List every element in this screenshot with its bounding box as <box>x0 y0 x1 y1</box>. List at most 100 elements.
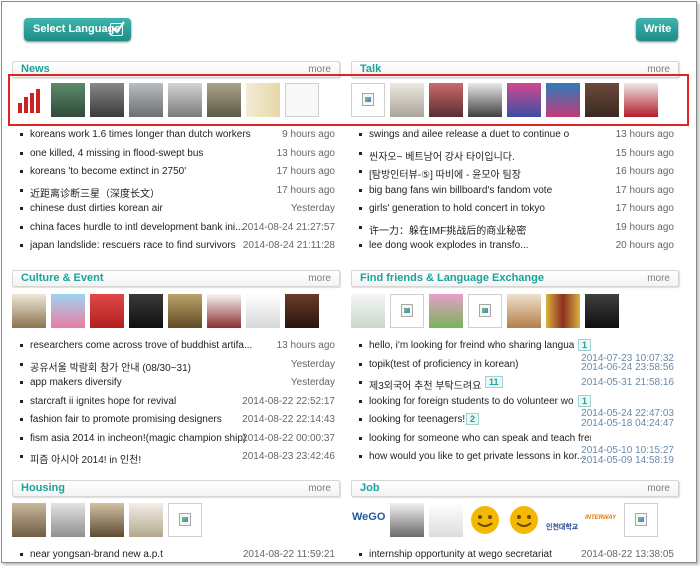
bullet <box>20 133 23 136</box>
news-item-link[interactable]: koreans work 1.6 times longer than dutch… <box>30 129 251 140</box>
reply-count-badge: 2 <box>466 413 480 425</box>
job-thumb-smiley-1[interactable] <box>468 503 502 537</box>
smiley-icon <box>471 506 499 534</box>
job-thumb-smiley-2[interactable] <box>507 503 541 537</box>
friends-item-link[interactable]: 제3외국어 추천 부탁드려요 <box>369 377 481 392</box>
housing-thumb-4[interactable] <box>129 503 163 537</box>
job-more-link[interactable]: more <box>647 483 670 494</box>
culture-item-date: 13 hours ago <box>276 340 335 351</box>
bullet <box>359 553 362 556</box>
list-item: starcraft ii ignites hope for revival 201… <box>20 393 335 412</box>
list-item: 近距离诊断三星（深度长文） 17 hours ago <box>20 182 335 201</box>
select-language-button[interactable]: Select Language <box>24 18 131 41</box>
job-thumb-interway[interactable]: INTERWAY <box>585 503 619 537</box>
job-thumb-8[interactable] <box>624 503 658 537</box>
date-bottom: 2014-06-24 23:58:56 <box>581 362 674 373</box>
culture-thumb-3[interactable] <box>90 294 124 328</box>
friends-thumb-2[interactable] <box>390 294 424 328</box>
talk-item-link[interactable]: girls' generation to hold concert in tok… <box>369 203 545 214</box>
talk-item-date: 13 hours ago <box>615 129 674 140</box>
friends-item-link[interactable]: topik(test of proficiency in korean) <box>369 359 519 370</box>
news-item-link[interactable]: one killed, 4 missing in flood-swept bus <box>30 148 203 159</box>
housing-thumb-2[interactable] <box>51 503 85 537</box>
culture-item-link[interactable]: starcraft ii ignites hope for revival <box>30 396 176 407</box>
list-item: 씬자오~ 베트남어 강사 타이입니다. 15 hours ago <box>359 145 674 164</box>
talk-item-date: 20 hours ago <box>615 240 674 251</box>
culture-item-link[interactable]: fashion fair to promote promising design… <box>30 414 222 425</box>
culture-item-link[interactable]: app makers diversify <box>30 377 122 388</box>
friends-item-link[interactable]: looking for foreign students to do volun… <box>369 396 574 407</box>
culture-thumb-8[interactable] <box>285 294 319 328</box>
bullet <box>20 381 23 384</box>
culture-item-date: Yesterday <box>290 358 335 370</box>
list-item: china faces hurdle to intl development b… <box>20 219 335 238</box>
news-item-date: 2014-08-24 21:27:57 <box>242 221 335 233</box>
job-thumb-2[interactable] <box>390 503 424 537</box>
friends-thumb-6[interactable] <box>546 294 580 328</box>
job-thumb-wego[interactable]: WeGO <box>351 503 385 537</box>
bullet <box>20 225 23 229</box>
culture-thumb-6[interactable] <box>207 294 241 328</box>
culture-thumb-1[interactable] <box>12 294 46 328</box>
talk-item-date: 17 hours ago <box>615 203 674 214</box>
talk-item-link[interactable]: lee dong wook explodes in transfo... <box>369 240 529 251</box>
select-language-label: Select Language <box>33 23 121 35</box>
broken-image-icon <box>635 513 647 526</box>
friends-item-link[interactable]: looking for someone who can speak and te… <box>369 433 591 444</box>
culture-more-link[interactable]: more <box>308 273 331 284</box>
housing-more-link[interactable]: more <box>308 483 331 494</box>
bullet <box>20 151 23 155</box>
culture-panel: Culture & Event more <box>12 270 340 287</box>
culture-item-link[interactable]: fism asia 2014 in incheon!(magic champio… <box>30 433 252 444</box>
friends-thumb-7[interactable] <box>585 294 619 328</box>
housing-header: Housing more <box>12 480 340 497</box>
bullet <box>20 207 23 210</box>
talk-item-link[interactable]: 씬자오~ 베트남어 강사 타이입니다. <box>369 148 515 163</box>
talk-item-link[interactable]: big bang fans win billboard's fandom vot… <box>369 185 552 196</box>
bullet <box>359 381 362 384</box>
friends-item-link[interactable]: how would you like to get private lesson… <box>369 451 591 462</box>
culture-thumb-7[interactable] <box>246 294 280 328</box>
talk-item-link[interactable]: [탐방인터뷰-⑤] 따비에 - 윤모아 팀장 <box>369 166 521 181</box>
news-item-link[interactable]: chinese dust dirties korean air <box>30 203 163 214</box>
incheon-university-logo: 인천대학교 <box>546 524 579 531</box>
friends-item-link[interactable]: hello, i'm looking for freind who sharin… <box>369 340 574 351</box>
talk-item-link[interactable]: 许一力：躲在IMF挑战后的商业秘密 <box>369 222 526 237</box>
write-button[interactable]: Write <box>636 18 678 41</box>
list-item: chinese dust dirties korean air Yesterday <box>20 200 335 219</box>
news-item-link[interactable]: 近距离诊断三星（深度长文） <box>30 185 160 200</box>
job-thumb-incheon[interactable]: 인천대학교 <box>546 503 580 537</box>
housing-item-link[interactable]: near yongsan-brand new a.p.t <box>30 549 163 560</box>
friends-thumb-1[interactable] <box>351 294 385 328</box>
list-item: koreans work 1.6 times longer than dutch… <box>20 126 335 145</box>
news-item-link[interactable]: japan landslide: rescuers race to find s… <box>30 240 252 251</box>
job-thumb-3[interactable] <box>429 503 463 537</box>
culture-item-link[interactable]: 피즘 아시아 2014! in 인천! <box>30 451 141 466</box>
friends-more-link[interactable]: more <box>647 273 670 284</box>
news-list: koreans work 1.6 times longer than dutch… <box>20 126 335 256</box>
housing-thumb-5[interactable] <box>168 503 202 537</box>
broken-image-icon <box>479 304 491 317</box>
news-item-link[interactable]: china faces hurdle to intl development b… <box>30 222 252 233</box>
housing-thumb-1[interactable] <box>12 503 46 537</box>
friends-list: hello, i'm looking for freind who sharin… <box>359 337 674 467</box>
date-bottom: 2014-05-09 14:58:19 <box>581 454 674 466</box>
culture-thumb-5[interactable] <box>168 294 202 328</box>
culture-thumb-2[interactable] <box>51 294 85 328</box>
list-item: internship opportunity at wego secretari… <box>359 546 674 565</box>
culture-item-link[interactable]: 공유서울 박람회 참가 안내 (08/30~31) <box>30 359 191 374</box>
friends-thumb-5[interactable] <box>507 294 541 328</box>
housing-thumb-3[interactable] <box>90 503 124 537</box>
friends-thumb-4[interactable] <box>468 294 502 328</box>
job-item-link[interactable]: internship opportunity at wego secretari… <box>369 549 552 560</box>
broken-image-icon <box>179 513 191 526</box>
news-item-link[interactable]: koreans 'to become extinct in 2750' <box>30 166 186 177</box>
culture-item-link[interactable]: researchers come across trove of buddhis… <box>30 340 252 351</box>
news-item-date: Yesterday <box>290 203 335 214</box>
friends-item-link[interactable]: looking for teenagers! <box>369 414 465 425</box>
list-item: one killed, 4 missing in flood-swept bus… <box>20 145 335 164</box>
culture-thumb-4[interactable] <box>129 294 163 328</box>
friends-thumb-3[interactable] <box>429 294 463 328</box>
talk-item-link[interactable]: swings and ailee release a duet to conti… <box>369 129 569 140</box>
culture-list: researchers come across trove of buddhis… <box>20 337 335 467</box>
